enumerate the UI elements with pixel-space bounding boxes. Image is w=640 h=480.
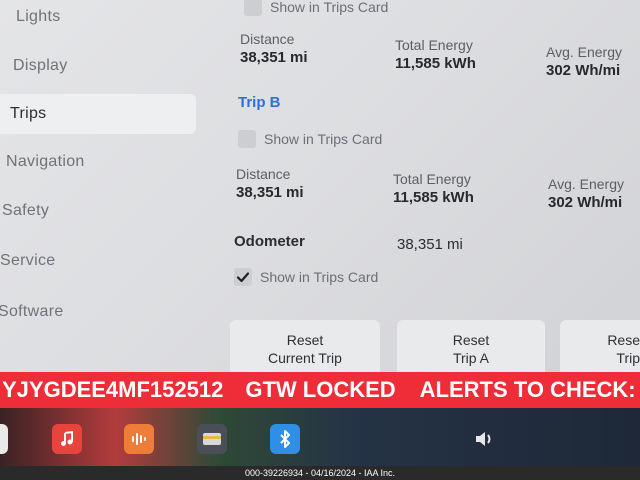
- sidebar-item-display[interactable]: Display: [13, 57, 68, 75]
- stat-label: Avg. Energy: [546, 44, 623, 60]
- trip-a-total-energy: Total Energy 11,585 kWh: [395, 37, 476, 72]
- button-label-line1: Reset: [286, 332, 324, 348]
- sidebar-item-lights[interactable]: Lights: [16, 8, 61, 26]
- auction-watermark-footer: 000-39226934 - 04/16/2024 - IAA Inc.: [0, 466, 640, 480]
- trip-b-show-in-trips-card[interactable]: Show in Trips Card: [238, 130, 382, 148]
- odometer-value: 38,351 mi: [397, 236, 463, 253]
- stat-label: Distance: [240, 31, 295, 47]
- stat-value: 302 Wh/mi: [546, 62, 621, 79]
- trips-panel: Show in Trips Card Distance 38,351 mi To…: [220, 0, 640, 378]
- vin-text: YJYGDEE4MF152512: [2, 377, 224, 402]
- checkbox-checked[interactable]: [234, 268, 252, 286]
- stat-value: 302 Wh/mi: [548, 194, 623, 211]
- checkbox-label: Show in Trips Card: [270, 0, 389, 15]
- vehicle-status-banner: YJYGDEE4MF152512 GTW LOCKED ALERTS TO CH…: [0, 372, 640, 408]
- sidebar-item-software[interactable]: Software: [0, 303, 64, 321]
- stat-value: 38,351 mi: [240, 49, 308, 66]
- trip-b-total-energy: Total Energy 11,585 kWh: [393, 171, 474, 206]
- stat-value: 38,351 mi: [236, 184, 304, 201]
- checkbox[interactable]: [238, 130, 256, 148]
- trip-a-avg-energy: Avg. Energy 302 Wh/mi: [546, 44, 622, 79]
- button-label-line1: Reset: [452, 332, 490, 348]
- music-icon[interactable]: [52, 424, 82, 454]
- alerts-text: ALERTS TO CHECK:: [419, 377, 636, 402]
- reset-trip-a-button[interactable]: Reset Trip A: [397, 320, 545, 378]
- trip-b-distance: Distance 38,351 mi: [236, 166, 304, 201]
- sidebar-item-trips[interactable]: Trips: [0, 94, 196, 134]
- odometer-label: Odometer: [234, 233, 305, 250]
- button-label-line2: Current Trip: [268, 350, 342, 366]
- sidebar-item-navigation[interactable]: Navigation: [6, 153, 85, 171]
- sidebar-item-service[interactable]: Service: [0, 252, 55, 270]
- volume-icon[interactable]: [470, 424, 500, 454]
- stat-value: 11,585 kWh: [395, 55, 476, 72]
- button-label-line2: Trip A: [452, 350, 490, 366]
- card-icon[interactable]: [197, 424, 227, 454]
- stat-label: Total Energy: [393, 171, 471, 187]
- checkbox[interactable]: [244, 0, 262, 16]
- trip-b-heading: Trip B: [238, 94, 281, 111]
- stat-label: Distance: [236, 166, 291, 182]
- bluetooth-icon[interactable]: [270, 424, 300, 454]
- button-label-line1: Rese: [607, 332, 640, 348]
- reset-trip-b-button[interactable]: Rese Trip: [560, 320, 640, 378]
- checkbox-label: Show in Trips Card: [264, 131, 383, 147]
- checkbox-label: Show in Trips Card: [260, 269, 379, 285]
- checkmark-icon: [236, 272, 250, 283]
- stat-label: Avg. Energy: [548, 176, 625, 192]
- gateway-status-text: GTW LOCKED: [245, 377, 396, 402]
- partial-app-icon[interactable]: [0, 424, 8, 454]
- audio-wave-icon[interactable]: [124, 424, 154, 454]
- trip-b-avg-energy: Avg. Energy 302 Wh/mi: [548, 176, 624, 211]
- trip-a-distance: Distance 38,351 mi: [240, 31, 308, 66]
- settings-sidebar: Lights Display Trips Navigation Safety S…: [0, 0, 200, 372]
- stat-value: 11,585 kWh: [393, 189, 474, 206]
- odometer-show-in-trips-card[interactable]: Show in Trips Card: [234, 268, 378, 286]
- sidebar-item-safety[interactable]: Safety: [2, 202, 49, 220]
- reset-current-trip-button[interactable]: Reset Current Trip: [230, 320, 380, 378]
- trip-a-show-in-trips-card[interactable]: Show in Trips Card: [244, 0, 388, 16]
- app-dock: [0, 408, 640, 468]
- button-label-line2: Trip: [616, 350, 640, 366]
- stat-label: Total Energy: [395, 37, 473, 53]
